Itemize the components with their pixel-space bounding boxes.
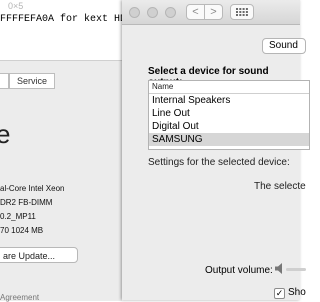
device-row-line-out[interactable]: Line Out (149, 107, 309, 120)
show-volume-in-menu-bar-checkbox[interactable]: ✓ (274, 288, 285, 299)
terminal-title: 0×5 (8, 1, 24, 11)
show-all-button[interactable] (230, 4, 254, 20)
spec-graphics: 70 1024 MB (0, 226, 44, 235)
spec-boot-rom: 0.2_MP11 (0, 212, 36, 221)
about-this-mac-window: Service e al-Core Intel Xeon DR2 FB-DIMM… (0, 60, 122, 302)
tab-service[interactable]: Service (9, 73, 56, 89)
zoom-button[interactable] (165, 7, 176, 18)
speaker-icon (275, 263, 282, 274)
forward-button[interactable]: > (204, 4, 223, 20)
device-row-samsung[interactable]: SAMSUNG (149, 133, 309, 146)
selected-device-note: The selecte (254, 181, 306, 192)
device-row-internal-speakers[interactable]: Internal Speakers (149, 94, 309, 107)
spec-memory: DR2 FB-DIMM (0, 198, 53, 207)
device-row-digital-out[interactable]: Digital Out (149, 120, 309, 133)
grid-icon (236, 8, 248, 16)
os-name: e (0, 119, 11, 149)
output-device-list[interactable]: Name Internal Speakers Line Out Digital … (148, 80, 310, 150)
sound-preferences-window: < > Sound Select a device for sound outp… (122, 0, 310, 300)
settings-label: Settings for the selected device: (148, 157, 290, 168)
list-header-name[interactable]: Name (149, 81, 309, 94)
software-update-button[interactable]: are Update... (0, 247, 78, 263)
spec-processor: al-Core Intel Xeon (0, 184, 65, 193)
output-volume-slider[interactable] (286, 268, 306, 271)
back-button[interactable]: < (186, 4, 205, 20)
agreement-link[interactable]: Agreement (0, 293, 39, 302)
tab-support[interactable] (0, 73, 9, 89)
close-button[interactable] (129, 7, 140, 18)
output-volume-label: Output volume: (205, 265, 273, 276)
show-volume-label: Sho (288, 287, 306, 298)
title-bar: < > (122, 0, 300, 25)
tab-sound-output[interactable]: Sound (262, 38, 306, 54)
about-tabs: Service (0, 73, 56, 89)
minimize-button[interactable] (147, 7, 158, 18)
